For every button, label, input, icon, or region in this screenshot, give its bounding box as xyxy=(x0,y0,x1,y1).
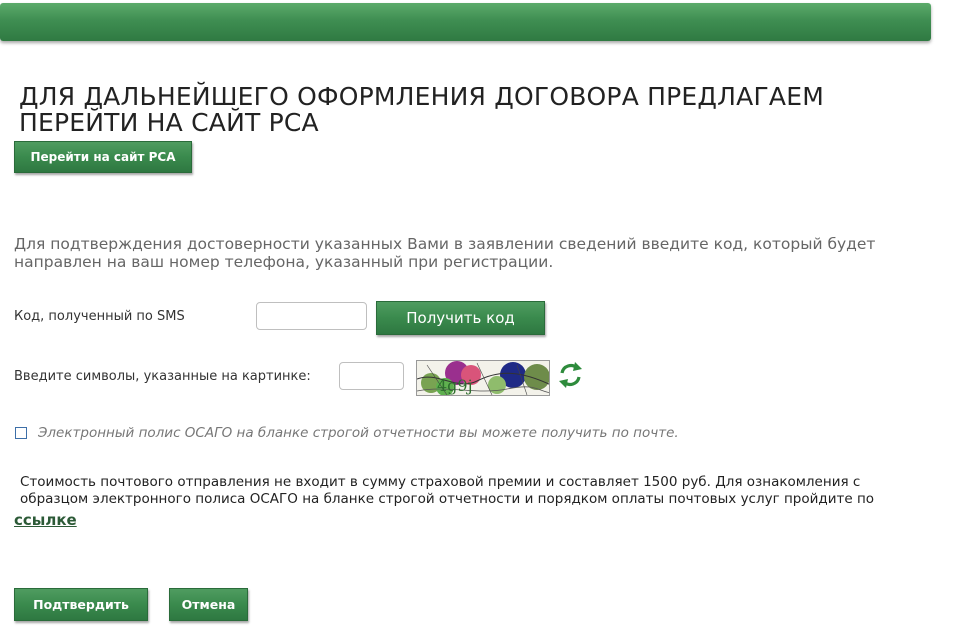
top-header-bar xyxy=(0,3,931,41)
postage-note-text: Стоимость почтового отправления не входи… xyxy=(20,474,875,507)
captcha-picture: 4g9j xyxy=(417,361,549,395)
cancel-button[interactable]: Отмена xyxy=(169,588,248,621)
get-code-button[interactable]: Получить код xyxy=(376,301,545,335)
postal-delivery-label: Электронный полис ОСАГО на бланке строго… xyxy=(38,425,679,441)
refresh-captcha-icon[interactable] xyxy=(558,361,583,389)
postal-delivery-checkbox[interactable] xyxy=(15,427,27,439)
sms-info-text: Для подтверждения достоверности указанны… xyxy=(14,235,876,271)
sms-code-input[interactable] xyxy=(256,302,367,330)
page-title: ДЛЯ ДАЛЬНЕЙШЕГО ОФОРМЛЕНИЯ ДОГОВОРА ПРЕД… xyxy=(19,82,824,137)
sms-code-label: Код, полученный по SMS xyxy=(14,309,185,324)
captcha-image: 4g9j xyxy=(416,360,550,396)
confirm-button[interactable]: Подтвердить xyxy=(14,588,148,621)
captcha-input[interactable] xyxy=(339,362,404,390)
captcha-label: Введите символы, указанные на картинке: xyxy=(14,369,311,384)
captcha-text: 4g9j xyxy=(437,376,473,395)
sample-policy-link[interactable]: ссылке xyxy=(14,511,77,529)
go-to-rsa-button[interactable]: Перейти на сайт РСА xyxy=(14,141,192,173)
